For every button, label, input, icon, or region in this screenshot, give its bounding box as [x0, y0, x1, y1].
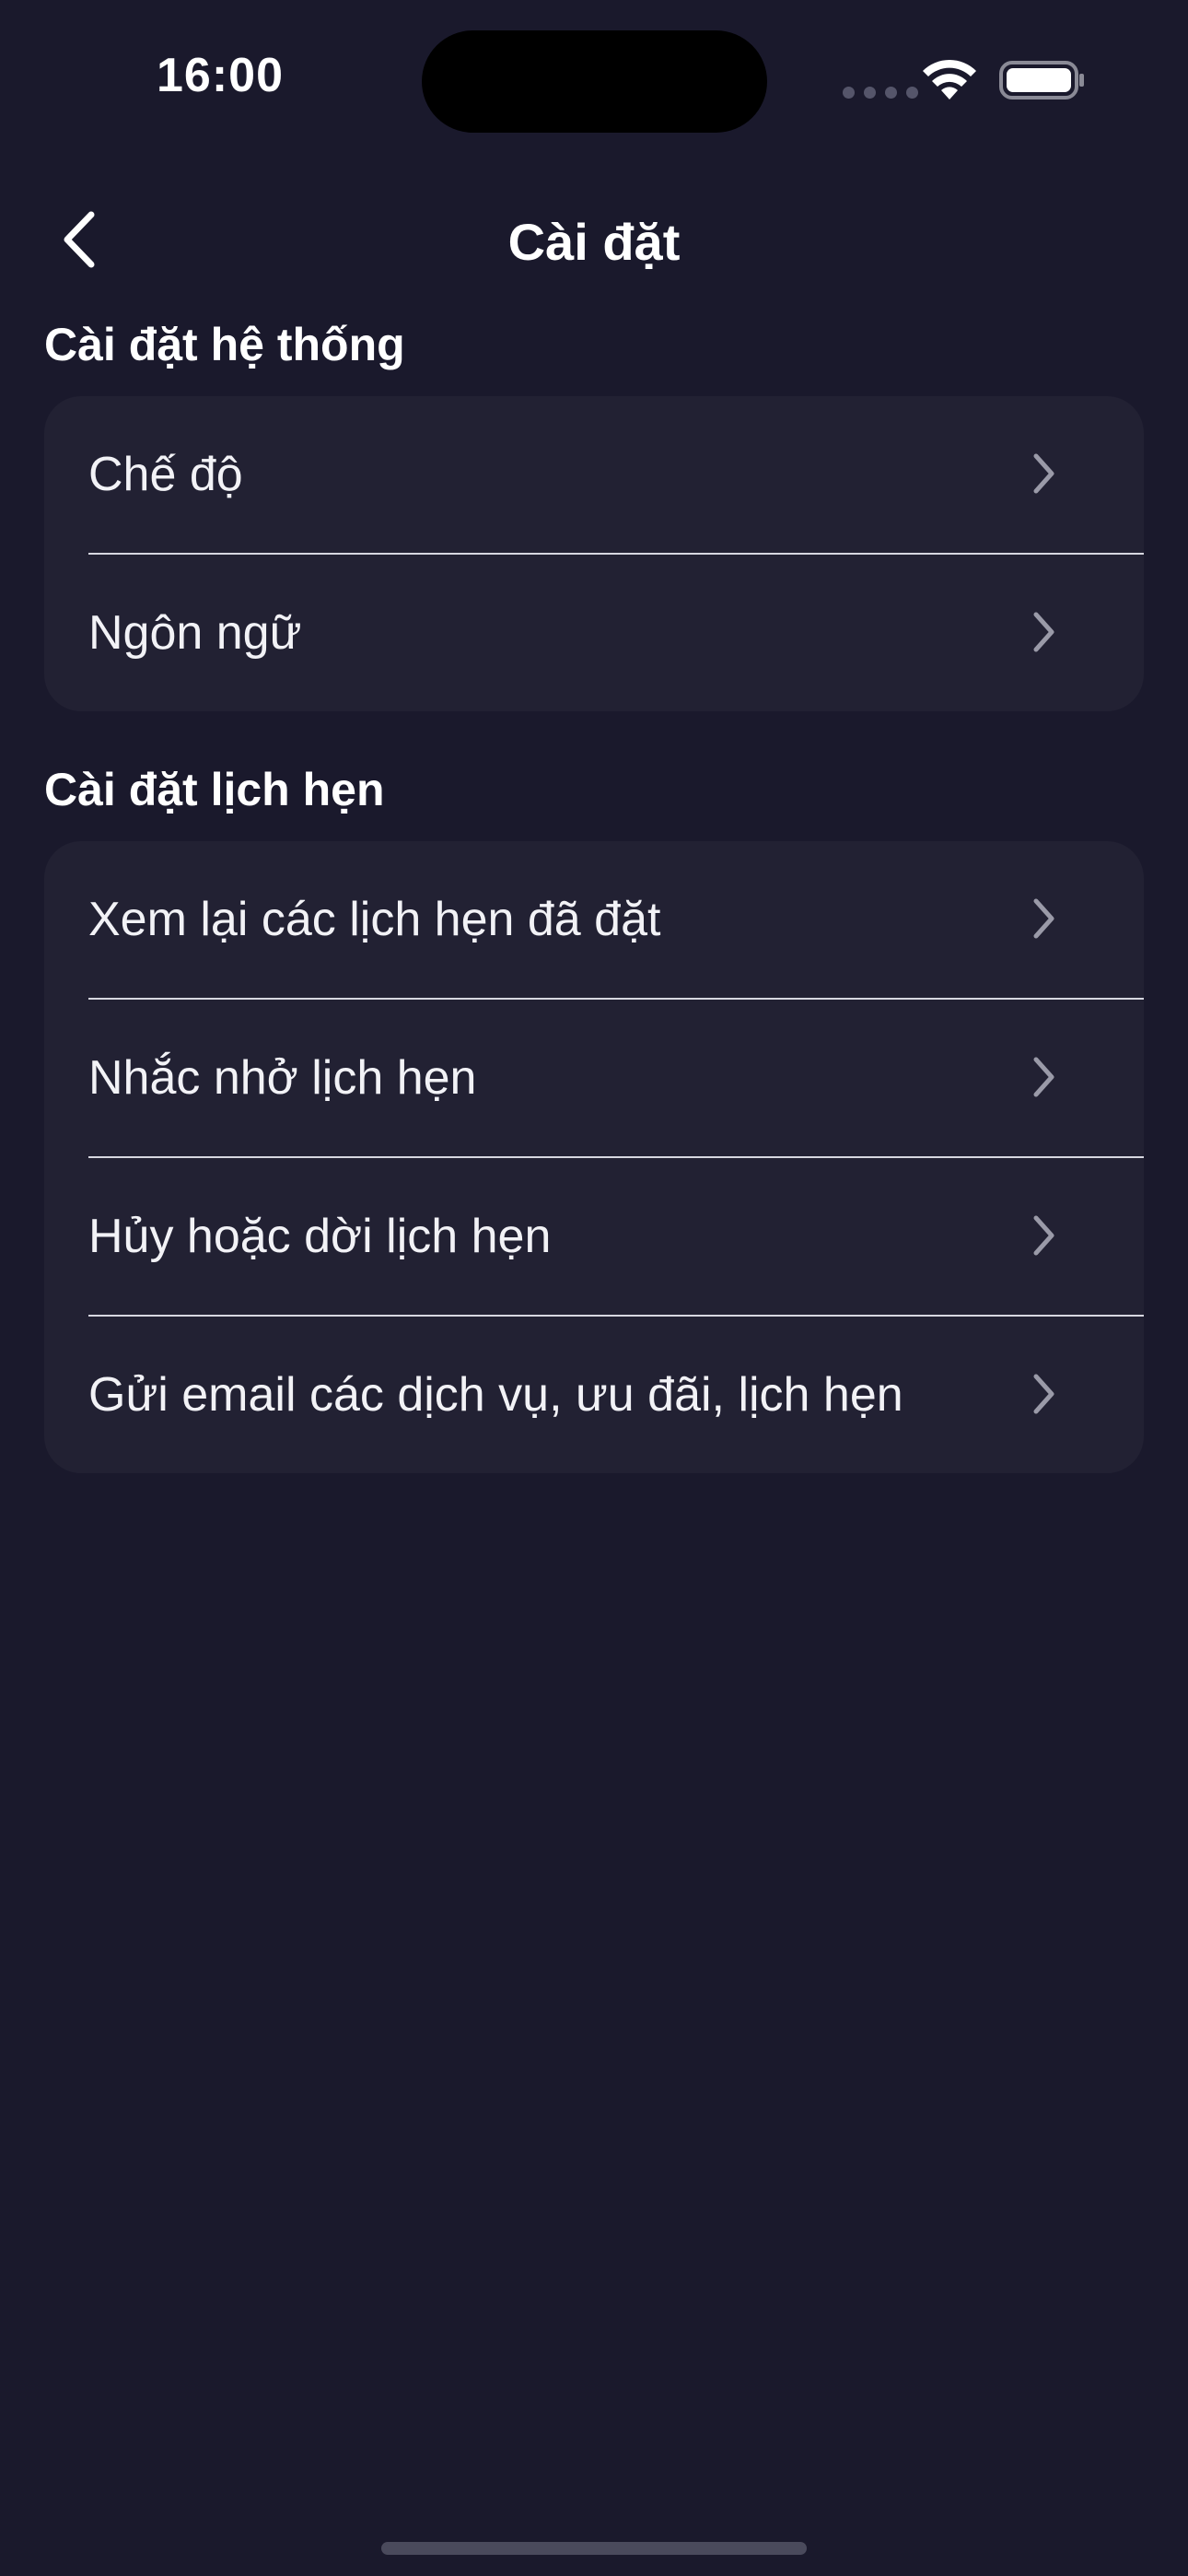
settings-item-label: Xem lại các lịch hẹn đã đặt	[88, 893, 661, 946]
wifi-icon	[923, 59, 976, 100]
chevron-right-icon	[1033, 453, 1054, 494]
settings-item-email-notifications[interactable]: Gửi email các dịch vụ, ưu đãi, lịch hẹn	[44, 1317, 1144, 1473]
settings-item-label: Hủy hoặc dời lịch hẹn	[88, 1210, 552, 1263]
settings-group-appointments: Xem lại các lịch hẹn đã đặt Nhắc nhở lịc…	[44, 841, 1144, 1473]
dynamic-island	[422, 30, 767, 133]
settings-item-appointment-reminders[interactable]: Nhắc nhở lịch hẹn	[44, 1000, 1144, 1156]
home-indicator[interactable]	[381, 2542, 807, 2555]
settings-item-language[interactable]: Ngôn ngữ	[44, 555, 1144, 711]
chevron-right-icon	[1033, 1215, 1054, 1256]
settings-item-mode[interactable]: Chế độ	[44, 396, 1144, 553]
page-title: Cài đặt	[507, 213, 681, 271]
section-header-system: Cài đặt hệ thống	[44, 319, 405, 370]
settings-group-system: Chế độ Ngôn ngữ	[44, 396, 1144, 711]
settings-item-view-appointments[interactable]: Xem lại các lịch hẹn đã đặt	[44, 841, 1144, 998]
chevron-right-icon	[1033, 612, 1054, 652]
status-time: 16:00	[157, 49, 284, 102]
chevron-right-icon	[1033, 1057, 1054, 1097]
chevron-right-icon	[1033, 898, 1054, 939]
settings-item-label: Nhắc nhở lịch hẹn	[88, 1051, 477, 1105]
settings-item-label: Ngôn ngữ	[88, 606, 302, 660]
battery-icon	[999, 61, 1084, 100]
section-header-appointments: Cài đặt lịch hẹn	[44, 764, 385, 815]
chevron-right-icon	[1033, 1374, 1054, 1414]
settings-item-cancel-reschedule[interactable]: Hủy hoặc dời lịch hẹn	[44, 1158, 1144, 1315]
settings-item-label: Chế độ	[88, 448, 243, 501]
settings-item-label: Gửi email các dịch vụ, ưu đãi, lịch hẹn	[88, 1368, 903, 1422]
cellular-signal-icon	[843, 87, 918, 99]
